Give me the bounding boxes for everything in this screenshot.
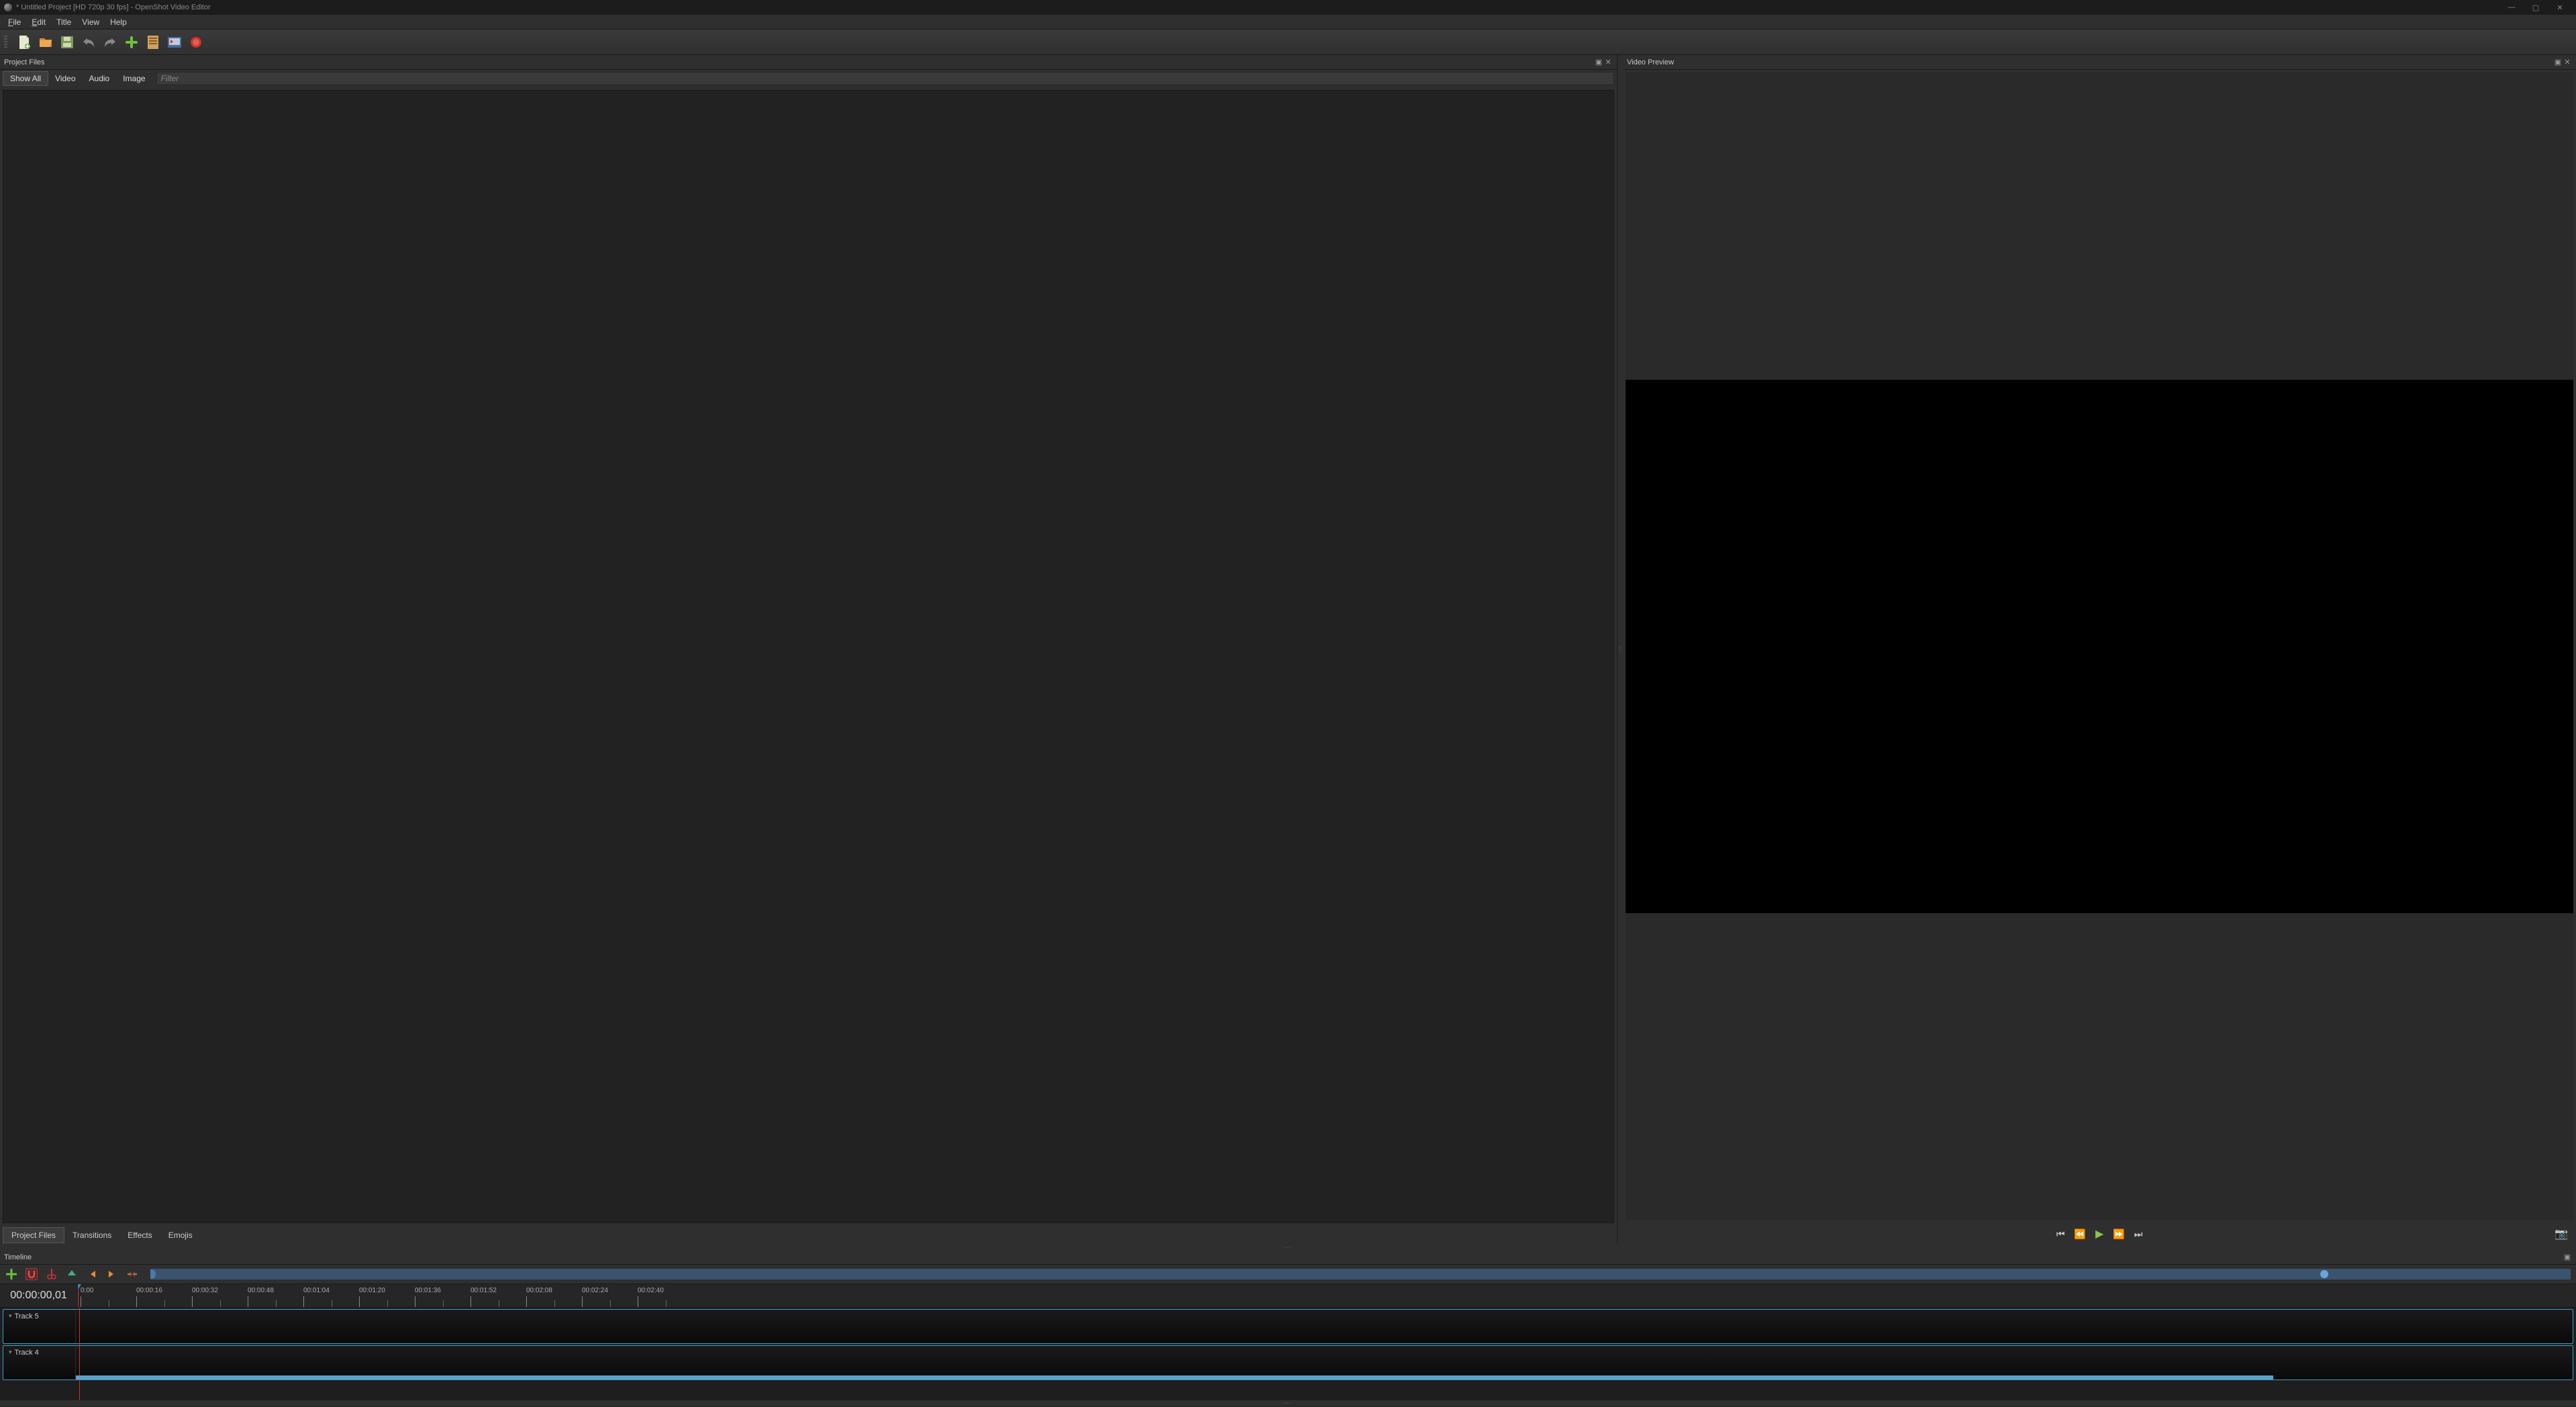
track-label[interactable]: ▾ Track 4 bbox=[3, 1346, 76, 1379]
timecode-display[interactable]: 00:00:00,01 bbox=[0, 1284, 78, 1307]
track-label[interactable]: ▾ Track 5 bbox=[3, 1310, 76, 1343]
timeline-bottom-splitter[interactable] bbox=[0, 1400, 2576, 1406]
filter-tab-image[interactable]: Image bbox=[116, 72, 152, 85]
menu-file[interactable]: File bbox=[3, 16, 26, 28]
track-name: Track 4 bbox=[15, 1349, 39, 1357]
timeline-panel: Timeline ▣ bbox=[0, 1250, 2576, 1406]
fast-forward-icon[interactable]: ⏩ bbox=[2113, 1229, 2124, 1240]
toolbar-handle[interactable] bbox=[4, 36, 7, 49]
undock-icon[interactable]: ▣ bbox=[1594, 58, 1603, 66]
menu-view[interactable]: View bbox=[77, 16, 105, 28]
undock-timeline-icon[interactable]: ▣ bbox=[2563, 1253, 2572, 1261]
chevron-down-icon[interactable]: ▾ bbox=[9, 1349, 12, 1356]
ruler-label: 00:02:08 bbox=[526, 1287, 552, 1294]
export-icon[interactable] bbox=[189, 35, 203, 50]
track-content[interactable] bbox=[76, 1346, 2573, 1379]
vertical-splitter[interactable] bbox=[1618, 55, 1623, 1245]
project-filter-bar: Show All Video Audio Image bbox=[0, 70, 1617, 87]
profile-icon[interactable] bbox=[146, 35, 160, 50]
filter-tab-audio[interactable]: Audio bbox=[83, 72, 117, 85]
play-icon[interactable]: ▶ bbox=[2095, 1227, 2103, 1241]
jump-start-icon[interactable]: ⏮ bbox=[2057, 1229, 2065, 1240]
track-row[interactable]: ▾ Track 5 bbox=[3, 1309, 2573, 1344]
project-files-panel: Project Files ▣ ✕ Show All Video Audio I… bbox=[0, 55, 1618, 1245]
import-files-icon[interactable] bbox=[124, 35, 139, 50]
prev-marker-icon[interactable] bbox=[86, 1268, 98, 1280]
project-bottom-tabs: Project Files Transitions Effects Emojis bbox=[0, 1226, 1617, 1245]
window-titlebar: * Untitled Project [HD 720p 30 fps] - Op… bbox=[0, 0, 2576, 15]
ruler-label: 00:01:04 bbox=[303, 1287, 330, 1294]
window-title: * Untitled Project [HD 720p 30 fps] - Op… bbox=[16, 3, 211, 11]
redo-icon[interactable] bbox=[103, 35, 117, 50]
track-name: Track 5 bbox=[15, 1312, 39, 1320]
minimize-button[interactable]: — bbox=[2499, 3, 2524, 11]
next-marker-icon[interactable] bbox=[106, 1268, 118, 1280]
center-playhead-icon[interactable] bbox=[126, 1268, 138, 1280]
undo-icon[interactable] bbox=[81, 35, 96, 50]
ruler-label: 00:01:20 bbox=[359, 1287, 385, 1294]
menu-help[interactable]: Help bbox=[105, 16, 132, 28]
ruler-label: 00:00:32 bbox=[192, 1287, 218, 1294]
ruler-label: 00:00:16 bbox=[136, 1287, 162, 1294]
ruler-label: 0:00 bbox=[81, 1287, 93, 1294]
tab-transitions[interactable]: Transitions bbox=[64, 1228, 119, 1243]
filter-input[interactable] bbox=[156, 72, 1614, 85]
tab-project-files[interactable]: Project Files bbox=[3, 1227, 64, 1243]
ruler-label: 00:01:52 bbox=[470, 1287, 497, 1294]
close-button[interactable]: ✕ bbox=[2548, 3, 2572, 12]
add-track-icon[interactable] bbox=[5, 1268, 17, 1280]
main-toolbar bbox=[0, 30, 2576, 55]
tab-effects[interactable]: Effects bbox=[119, 1228, 160, 1243]
playback-controls: ⏮ ⏪ ▶ ⏩ ⏭ 📷 bbox=[1623, 1223, 2576, 1245]
maximize-button[interactable]: ▢ bbox=[2524, 3, 2548, 12]
zoom-slider[interactable] bbox=[150, 1269, 2571, 1280]
app-icon bbox=[4, 3, 12, 11]
add-marker-icon[interactable] bbox=[66, 1268, 78, 1280]
menu-title[interactable]: Title bbox=[51, 16, 77, 28]
tab-emojis[interactable]: Emojis bbox=[160, 1228, 201, 1243]
filter-tab-show-all[interactable]: Show All bbox=[3, 71, 48, 86]
close-preview-icon[interactable]: ✕ bbox=[2563, 58, 2572, 66]
timeline-ruler[interactable]: 0:00 00:00:16 00:00:32 00:00:48 00:01:04 00:0… bbox=[78, 1284, 2576, 1307]
preview-video bbox=[1626, 380, 2573, 913]
close-panel-icon[interactable]: ✕ bbox=[1603, 58, 1613, 66]
track-row[interactable]: ▾ Track 4 bbox=[3, 1345, 2573, 1380]
filter-tab-video[interactable]: Video bbox=[48, 72, 82, 85]
ruler-label: 00:02:24 bbox=[582, 1287, 608, 1294]
zoom-slider-start[interactable] bbox=[150, 1269, 156, 1279]
save-project-icon[interactable] bbox=[60, 35, 75, 50]
ruler-label: 00:00:48 bbox=[248, 1287, 274, 1294]
undock-preview-icon[interactable]: ▣ bbox=[2553, 58, 2563, 66]
panel-title-timeline: Timeline bbox=[4, 1253, 32, 1261]
timeline-toolbar bbox=[0, 1265, 2576, 1284]
track-scrollbar[interactable] bbox=[76, 1375, 2273, 1379]
menu-edit[interactable]: Edit bbox=[26, 16, 51, 28]
open-project-icon[interactable] bbox=[38, 35, 53, 50]
snapshot-icon[interactable]: 📷 bbox=[2555, 1227, 2568, 1241]
fullscreen-icon[interactable] bbox=[167, 35, 182, 50]
track-content[interactable] bbox=[76, 1310, 2573, 1343]
zoom-slider-handle[interactable] bbox=[2320, 1270, 2328, 1278]
razor-icon[interactable] bbox=[46, 1268, 58, 1280]
ruler-label: 00:01:36 bbox=[415, 1287, 441, 1294]
panel-title-video-preview: Video Preview bbox=[1627, 58, 1674, 66]
panel-title-project-files: Project Files bbox=[4, 58, 45, 66]
rewind-icon[interactable]: ⏪ bbox=[2074, 1229, 2085, 1240]
jump-end-icon[interactable]: ⏭ bbox=[2134, 1229, 2143, 1240]
video-preview-panel: Video Preview ▣ ✕ ⏮ ⏪ ▶ ⏩ ⏭ 📷 bbox=[1623, 55, 2576, 1245]
snap-icon[interactable] bbox=[26, 1268, 38, 1280]
playhead[interactable] bbox=[78, 1284, 79, 1307]
preview-area[interactable] bbox=[1626, 72, 2573, 1220]
menubar: File Edit Title View Help bbox=[0, 15, 2576, 30]
project-files-area[interactable] bbox=[3, 90, 1614, 1223]
new-project-icon[interactable] bbox=[17, 35, 32, 50]
chevron-down-icon[interactable]: ▾ bbox=[9, 1312, 12, 1320]
horizontal-splitter[interactable] bbox=[0, 1245, 2576, 1250]
timeline-tracks[interactable]: ▾ Track 5 ▾ Track 4 bbox=[0, 1308, 2576, 1400]
ruler-label: 00:02:40 bbox=[638, 1287, 664, 1294]
